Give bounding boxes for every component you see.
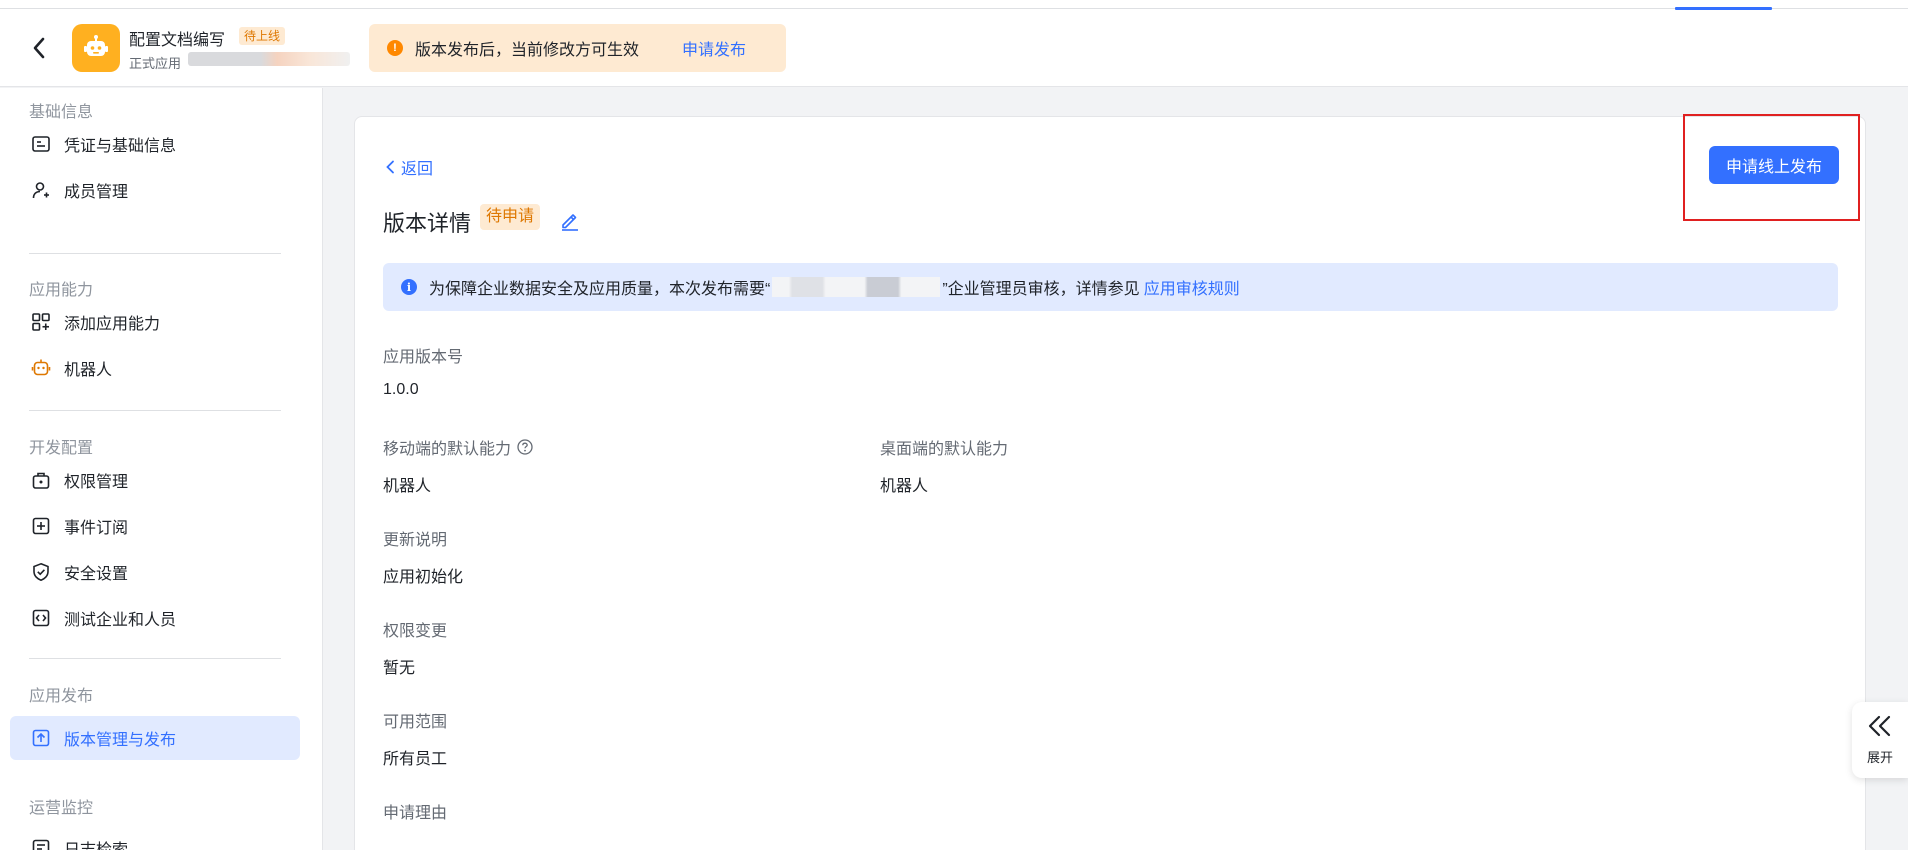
sidebar-item-events[interactable]: 事件订阅: [10, 504, 300, 548]
status-badge: 待申请: [480, 204, 541, 230]
group-title-release: 应用发布: [29, 688, 94, 705]
app-status-badge: 待上线: [239, 27, 286, 45]
warning-icon: !: [387, 40, 403, 56]
reason-label: 申请理由: [383, 805, 448, 822]
sidebar-item-label: 机器人: [64, 362, 113, 379]
info-icon: i: [401, 279, 417, 295]
sidebar-item-label: 凭证与基础信息: [64, 138, 177, 155]
upload-icon: [30, 727, 52, 749]
banner-text-before: 为保障企业数据安全及应用质量，本次发布需要“: [429, 281, 771, 298]
group-title-monitoring: 运营监控: [29, 800, 94, 817]
expand-button[interactable]: 展开: [1852, 702, 1908, 778]
app-name: 配置文档编写: [129, 32, 226, 49]
sidebar-item-robot[interactable]: 机器人: [10, 346, 300, 390]
mobile-default-label-text: 移动端的默认能力: [383, 441, 512, 458]
sidebar-item-security[interactable]: 安全设置: [10, 550, 300, 594]
sidebar-item-add-capability[interactable]: 添加应用能力: [10, 300, 300, 344]
review-info-banner: i 为保障企业数据安全及应用质量，本次发布需要“ ”企业管理员审核，详情参见 应…: [383, 263, 1838, 311]
code-icon: [30, 607, 52, 629]
sidebar-divider: [29, 658, 281, 659]
robot-icon: [30, 357, 52, 379]
banner-text-after: ”企业管理员审核，详情参见: [942, 281, 1140, 298]
double-chevron-left-icon: [1867, 714, 1893, 743]
sidebar-item-label: 成员管理: [64, 184, 129, 201]
version-detail-card: 返回 版本详情 待申请 申请线上发布 i 为保障企业数据安全及应用质量，本次发布…: [354, 114, 1866, 850]
notice-text: 版本发布后，当前修改方可生效: [415, 42, 640, 59]
sidebar-item-label: 日志检索: [64, 836, 128, 850]
member-add-icon: [30, 179, 52, 201]
shield-icon: [30, 561, 52, 583]
apply-online-publish-button[interactable]: 申请线上发布: [1709, 146, 1839, 184]
active-tab-indicator: [1675, 7, 1772, 10]
group-title-basic: 基础信息: [29, 104, 94, 121]
sidebar-divider: [29, 253, 281, 254]
permission-icon: [30, 469, 52, 491]
sidebar-item-test-tenants[interactable]: 测试企业和人员: [10, 596, 300, 640]
sidebar-item-label: 测试企业和人员: [64, 612, 177, 629]
review-rules-link[interactable]: 应用审核规则: [1144, 275, 1240, 299]
credential-icon: [30, 133, 52, 155]
permission-change-label: 权限变更: [383, 623, 448, 640]
group-title-dev-config: 开发配置: [29, 440, 94, 457]
sidebar-item-logs[interactable]: 日志检索: [10, 826, 300, 850]
top-divider: [0, 8, 1908, 9]
sidebar-item-members[interactable]: 成员管理: [10, 168, 300, 212]
log-icon: [30, 837, 52, 850]
scope-label: 可用范围: [383, 714, 448, 731]
changelog-value: 应用初始化: [383, 569, 464, 586]
sidebar-item-permissions[interactable]: 权限管理: [10, 458, 300, 502]
sidebar-item-label: 事件订阅: [64, 520, 129, 537]
sidebar-item-label: 添加应用能力: [64, 316, 161, 333]
sidebar-item-label: 权限管理: [64, 474, 129, 491]
sidebar-item-credentials[interactable]: 凭证与基础信息: [10, 122, 300, 166]
permission-change-value: 暂无: [383, 660, 416, 677]
sidebar: 基础信息 凭证与基础信息 成员管理 应用能力 添加应用能力 机器人 开发配置 权…: [0, 88, 323, 850]
scope-value: 所有员工: [383, 751, 448, 768]
back-link[interactable]: 返回: [385, 155, 433, 179]
app-type-label: 正式应用: [129, 56, 182, 71]
desktop-default-label: 桌面端的默认能力: [880, 441, 1009, 458]
redacted-tenant-name: [772, 277, 941, 297]
mobile-default-value: 机器人: [383, 478, 432, 495]
version-label: 应用版本号: [383, 349, 464, 366]
sidebar-item-label: 版本管理与发布: [64, 732, 177, 749]
chevron-left-icon: [385, 160, 395, 174]
expand-label: 展开: [1866, 750, 1893, 765]
edit-icon[interactable]: [559, 209, 581, 236]
back-arrow-icon[interactable]: [24, 30, 54, 66]
desktop-default-value: 机器人: [880, 478, 929, 495]
help-icon[interactable]: [517, 439, 533, 455]
group-title-capability: 应用能力: [29, 282, 94, 299]
app-avatar-robot-icon: [72, 24, 120, 72]
top-bar: 配置文档编写 待上线 正式应用 ! 版本发布后，当前修改方可生效 申请发布: [0, 0, 1908, 87]
sidebar-item-label: 安全设置: [64, 566, 129, 583]
redacted-app-id: [188, 52, 350, 66]
mobile-default-label: 移动端的默认能力: [383, 435, 533, 459]
publish-notice-bar: ! 版本发布后，当前修改方可生效 申请发布: [369, 24, 786, 72]
back-link-label: 返回: [401, 161, 434, 178]
apply-publish-link[interactable]: 申请发布: [682, 36, 746, 60]
sidebar-item-version-release[interactable]: 版本管理与发布: [10, 716, 300, 760]
changelog-label: 更新说明: [383, 532, 448, 549]
version-value: 1.0.0: [383, 381, 419, 398]
event-icon: [30, 515, 52, 537]
apps-add-icon: [30, 311, 52, 333]
sidebar-divider: [29, 410, 281, 411]
page-title: 版本详情: [383, 211, 472, 236]
